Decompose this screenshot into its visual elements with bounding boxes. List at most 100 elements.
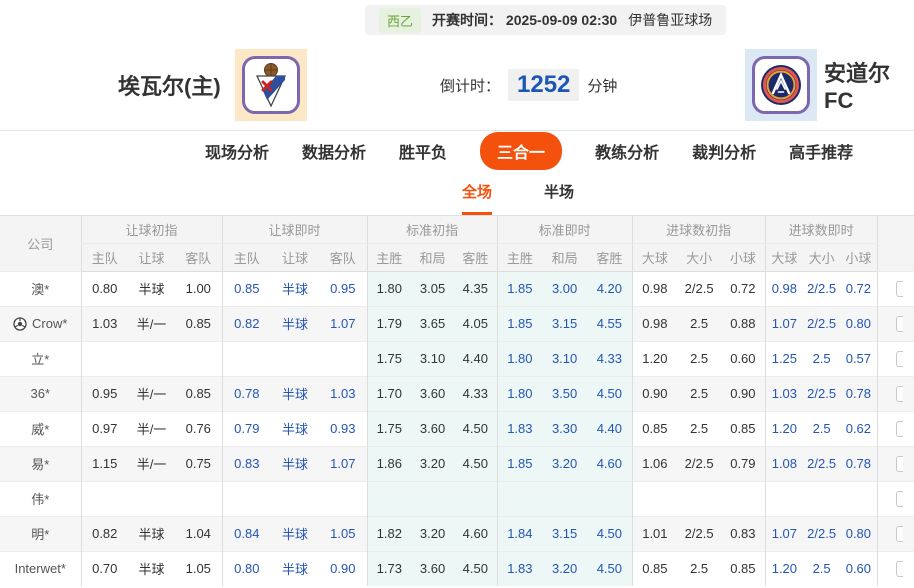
- cutoff-button-stub[interactable]: [896, 351, 903, 367]
- odds-cell: [222, 481, 271, 516]
- cutoff-button-stub[interactable]: [896, 281, 903, 297]
- away-team-badge-icon: [752, 56, 810, 114]
- odds-cell: 半/一: [128, 306, 175, 341]
- company-name: 36*: [30, 386, 50, 401]
- cutoff-cell: [877, 341, 914, 376]
- odds-subcol-header: 和局: [542, 243, 587, 271]
- subtab-full-match[interactable]: 全场: [462, 170, 492, 215]
- odds-cell: 半球: [128, 516, 175, 551]
- odds-cell: [128, 341, 175, 376]
- tab-expert-picks[interactable]: 高手推荐: [789, 139, 853, 163]
- odds-cell: 1.80: [367, 271, 411, 306]
- odds-cell: 0.95: [81, 376, 128, 411]
- kickoff-label: 开赛时间：: [432, 12, 502, 28]
- odds-group-header: 标准初指: [367, 216, 497, 243]
- table-row: Crow*1.03半/一0.850.82半球1.071.793.654.051.…: [0, 306, 914, 341]
- odds-cell: 2.5: [677, 306, 721, 341]
- odds-cell: 1.25: [765, 341, 803, 376]
- company-name: 伟*: [31, 489, 49, 508]
- odds-cell: [677, 481, 721, 516]
- company-cell: 伟*: [0, 481, 81, 516]
- tab-coach-analysis[interactable]: 教练分析: [595, 139, 659, 163]
- odds-cell: 3.60: [411, 551, 454, 586]
- odds-cell: [632, 481, 677, 516]
- league-badge: 西乙: [379, 8, 421, 33]
- odds-cell: 3.05: [411, 271, 454, 306]
- table-row: 伟*: [0, 481, 914, 516]
- odds-subcol-header: 大小: [803, 243, 840, 271]
- home-team-name: 埃瓦尔(主): [118, 40, 221, 130]
- odds-cell: 3.20: [542, 551, 587, 586]
- table-row: 36*0.95半/一0.850.78半球1.031.703.604.331.80…: [0, 376, 914, 411]
- cutoff-button-stub[interactable]: [896, 386, 903, 402]
- odds-cell: 0.85: [721, 411, 765, 446]
- odds-cell: 2.5: [803, 341, 840, 376]
- cutoff-cell: [877, 516, 914, 551]
- odds-cell: [319, 481, 367, 516]
- odds-cell: [454, 481, 497, 516]
- cutoff-button-stub[interactable]: [896, 456, 903, 472]
- cutoff-button-stub[interactable]: [896, 561, 903, 577]
- odds-cell: 4.50: [587, 551, 632, 586]
- odds-cell: 1.75: [367, 341, 411, 376]
- tab-live-analysis[interactable]: 现场分析: [205, 139, 269, 163]
- tab-win-draw-lose[interactable]: 胜平负: [399, 139, 447, 163]
- odds-cell: 0.98: [765, 271, 803, 306]
- tab-referee-analysis[interactable]: 裁判分析: [692, 139, 756, 163]
- odds-cell: 0.70: [81, 551, 128, 586]
- odds-cell: 0.82: [222, 306, 271, 341]
- countdown-unit: 分钟: [587, 75, 617, 96]
- odds-cell: 0.90: [632, 376, 677, 411]
- odds-cell: 3.15: [542, 306, 587, 341]
- tab-data-analysis[interactable]: 数据分析: [302, 139, 366, 163]
- odds-cell: 2.5: [677, 341, 721, 376]
- odds-cell: 半球: [271, 271, 319, 306]
- odds-cell: 半球: [271, 411, 319, 446]
- odds-cell: 0.80: [81, 271, 128, 306]
- odds-subcol-header: 小球: [840, 243, 877, 271]
- cutoff-button-stub[interactable]: [896, 491, 903, 507]
- odds-cell: 0.72: [721, 271, 765, 306]
- odds-subcol-header: 大球: [632, 243, 677, 271]
- cutoff-button-stub[interactable]: [896, 526, 903, 542]
- odds-cell: 半球: [271, 446, 319, 481]
- company-name: Crow*: [32, 316, 67, 331]
- cutoff-button-stub[interactable]: [896, 316, 903, 332]
- odds-cell: 2/2.5: [677, 516, 721, 551]
- odds-cell: 1.07: [319, 306, 367, 341]
- countdown-label: 倒计时：: [440, 75, 500, 96]
- odds-cell: 2.5: [677, 411, 721, 446]
- odds-cell: 4.50: [454, 551, 497, 586]
- odds-cell: [497, 481, 542, 516]
- odds-cell: 2/2.5: [677, 446, 721, 481]
- odds-cell: [542, 481, 587, 516]
- odds-subcol-header: 和局: [411, 243, 454, 271]
- odds-cell: 1.79: [367, 306, 411, 341]
- odds-cell: 4.35: [454, 271, 497, 306]
- odds-cell: 1.82: [367, 516, 411, 551]
- odds-cell: 1.07: [765, 516, 803, 551]
- odds-cell: [411, 481, 454, 516]
- subtab-half-match[interactable]: 半场: [544, 170, 574, 215]
- odds-cell: 0.80: [222, 551, 271, 586]
- cutoff-button-stub[interactable]: [896, 421, 903, 437]
- odds-cell: 4.55: [587, 306, 632, 341]
- odds-cell: 2/2.5: [803, 446, 840, 481]
- odds-cell: 1.15: [81, 446, 128, 481]
- odds-cell: 1.86: [367, 446, 411, 481]
- odds-subcol-header: 让球: [128, 243, 175, 271]
- table-row: Interwet*0.70半球1.050.80半球0.901.733.604.5…: [0, 551, 914, 586]
- odds-cell: 0.80: [840, 516, 877, 551]
- tab-three-in-one[interactable]: 三合一: [480, 132, 562, 170]
- odds-group-header: 标准即时: [497, 216, 632, 243]
- odds-cell: 0.90: [319, 551, 367, 586]
- odds-cell: 1.83: [497, 551, 542, 586]
- odds-cell: 半球: [271, 551, 319, 586]
- period-subtab-bar: 全场 半场: [0, 170, 914, 216]
- countdown: 倒计时： 1252 分钟: [440, 40, 617, 130]
- odds-cell: 2/2.5: [803, 516, 840, 551]
- odds-cell: 0.60: [721, 341, 765, 376]
- odds-cell: [175, 341, 222, 376]
- odds-cell: 3.50: [542, 376, 587, 411]
- odds-cell: 0.84: [222, 516, 271, 551]
